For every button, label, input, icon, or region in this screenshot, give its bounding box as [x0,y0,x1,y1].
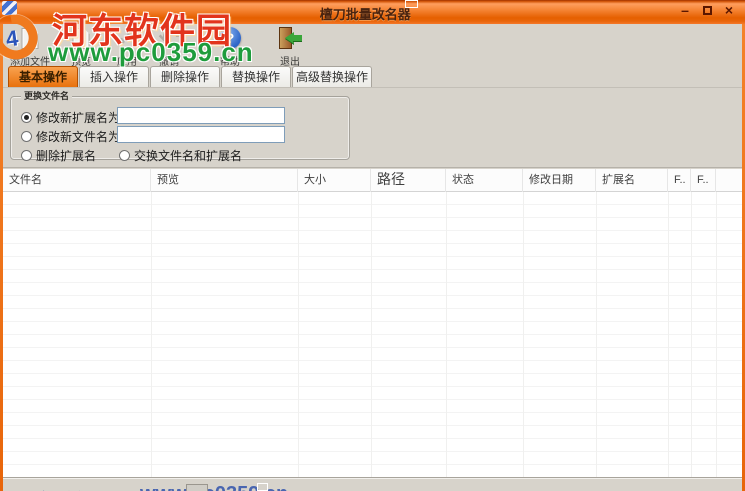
radio-label-delete-extension[interactable]: 删除扩展名 [36,147,96,164]
add-file-icon [4,26,56,52]
radio-change-extension[interactable] [21,111,32,123]
maximize-button[interactable] [699,2,715,19]
column-header-modified-date[interactable]: 修改日期 [523,169,596,192]
column-header-filler [716,169,742,192]
status-bar [3,478,742,491]
column-header-preview[interactable]: 预览 [151,169,298,192]
undo-icon: ↶ [158,24,180,52]
column-header-size[interactable]: 大小 [298,169,371,192]
basic-operations-panel: 更换文件名 修改新扩展名为: 修改新文件名为: 删除扩展名 交换文件名和扩展名 [3,88,742,168]
table-gridline [371,192,372,478]
minimize-button[interactable]: – [677,2,693,19]
column-header-path[interactable]: 路径 [371,169,446,192]
table-gridline [691,192,692,478]
title-bar: 檀刀批量改名器 – × [0,0,745,24]
radio-change-filename[interactable] [21,130,32,142]
exit-button[interactable]: 退出 [267,26,313,68]
radio-label-change-filename[interactable]: 修改新文件名为: [36,128,123,145]
column-header-filename[interactable]: 文件名 [3,169,151,192]
add-files-button[interactable]: 添加文件 [4,26,56,68]
help-button[interactable]: ? 帮助 [207,26,253,68]
tab-basic-operations[interactable]: 基本操作 [8,66,78,87]
tab-advanced-replace-operations[interactable]: 高级替换操作 [292,66,372,87]
help-icon: ? [207,26,253,52]
rename-options-groupbox: 更换文件名 修改新扩展名为: 修改新文件名为: 删除扩展名 交换文件名和扩展名 [10,91,350,163]
new-filename-input[interactable] [117,126,285,143]
window-title: 檀刀批量改名器 [319,7,411,22]
window-controls: – × [677,2,737,19]
radio-label-change-extension[interactable]: 修改新扩展名为: [36,109,123,126]
new-extension-input[interactable] [117,107,285,124]
table-gridline [668,192,669,478]
radio-swap-name-extension[interactable] [119,149,130,161]
column-header-extension[interactable]: 扩展名 [596,169,668,192]
radio-delete-extension[interactable] [21,149,32,161]
table-gridline [446,192,447,478]
column-header-status[interactable]: 状态 [446,169,523,192]
tab-insert-operations[interactable]: 插入操作 [79,66,149,87]
tab-replace-operations[interactable]: 替换操作 [221,66,291,87]
preview-button[interactable]: 预览 [59,26,103,68]
column-header-f1[interactable]: F.. [668,169,691,192]
app-window: 檀刀批量改名器 – × 添加文件 预览 ✓ 应用 ↶ 撤销 ? 帮助 退出 基本… [0,0,745,491]
file-table-body [3,192,742,478]
table-gridline [151,192,152,478]
table-gridline [596,192,597,478]
apply-button[interactable]: ✓ 应用 [105,22,149,68]
undo-button[interactable]: ↶ 撤销 [147,24,191,68]
close-button[interactable]: × [721,2,737,19]
table-gridline [523,192,524,478]
watermark-artifact-box [405,0,418,8]
tab-delete-operations[interactable]: 删除操作 [150,66,220,87]
radio-label-swap-name-extension[interactable]: 交换文件名和扩展名 [134,147,242,164]
table-gridline [298,192,299,478]
exit-icon [267,26,313,52]
table-gridline [716,192,717,478]
file-table-header: 文件名 预览 大小 路径 状态 修改日期 扩展名 F.. F.. [3,169,742,192]
window-border-left [0,24,3,491]
maximize-icon [702,6,712,15]
column-header-f2[interactable]: F.. [691,169,716,192]
toolbar: 添加文件 预览 ✓ 应用 ↶ 撤销 ? 帮助 退出 [3,22,742,68]
groupbox-title: 更换文件名 [21,91,73,101]
apply-icon: ✓ [116,22,138,52]
operation-tabs: 基本操作 插入操作 删除操作 替换操作 高级替换操作 [3,66,742,88]
preview-icon [59,26,103,52]
